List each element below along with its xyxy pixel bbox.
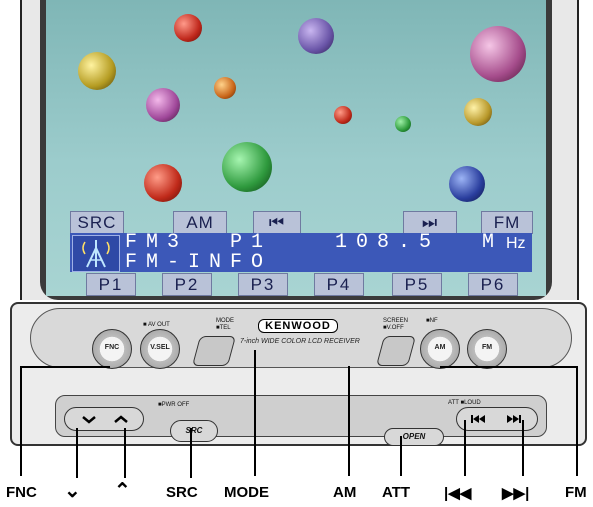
down-callout-label: ⌄: [64, 480, 81, 502]
callout-line: [124, 428, 126, 478]
frequency-display: FM3 P1 108.5 M: [125, 231, 504, 254]
decorative-ball: [222, 142, 272, 192]
next-callout-label: ▶▶|: [502, 485, 530, 502]
preset-p5[interactable]: P5: [392, 273, 442, 296]
preset-p3[interactable]: P3: [238, 273, 288, 296]
att-callout-label: ATT: [382, 484, 411, 501]
src-button[interactable]: SRC: [170, 420, 218, 442]
decorative-ball: [174, 14, 202, 42]
decorative-ball: [395, 116, 411, 132]
next-track-icon: ⏭: [421, 213, 439, 232]
preset-p1[interactable]: P1: [86, 273, 136, 296]
station-info: FM-INFO: [125, 251, 273, 274]
prev-track-icon: [471, 415, 485, 423]
decorative-ball: [146, 88, 180, 122]
decorative-ball: [449, 166, 485, 202]
fnc-button[interactable]: FNC: [92, 329, 132, 369]
antenna-icon: [72, 235, 120, 272]
prev-track-icon: ⏮: [268, 213, 286, 232]
am-button[interactable]: AM: [420, 329, 460, 369]
brand-logo: KENWOOD: [258, 319, 338, 333]
fm-callout-label: FM: [565, 484, 587, 501]
mode-callout-label: MODE: [224, 484, 269, 501]
pwr-off-label: ■PWR OFF: [158, 402, 190, 408]
callout-line: [348, 366, 350, 476]
fnc-callout-label: FNC: [6, 484, 37, 501]
callout-line: [20, 366, 110, 368]
frequency-unit: Hz: [506, 235, 526, 252]
open-button[interactable]: OPEN: [384, 428, 444, 446]
callout-line: [400, 436, 402, 476]
decorative-ball: [464, 98, 492, 126]
up-callout-label: ⌃: [114, 480, 131, 502]
att-loud-label: ATT ■LOUD: [448, 400, 481, 406]
track-rocker[interactable]: [456, 407, 538, 431]
preset-p4[interactable]: P4: [314, 273, 364, 296]
decorative-ball: [78, 52, 116, 90]
src-softkey[interactable]: SRC: [70, 211, 124, 234]
up-icon: [114, 415, 128, 423]
fm-button[interactable]: FM: [467, 329, 507, 369]
av-out-label: ■ AV OUT: [143, 322, 170, 328]
callout-line: [190, 428, 192, 478]
am-callout-label: AM: [333, 484, 357, 501]
next-track-icon: [507, 415, 521, 423]
src-callout-label: SRC: [166, 484, 198, 501]
callout-line: [440, 366, 576, 368]
decorative-ball: [214, 77, 236, 99]
decorative-ball: [470, 26, 526, 82]
prev-callout-label: |◀◀: [444, 485, 472, 502]
preset-p6[interactable]: P6: [468, 273, 518, 296]
model-tagline: 7-inch WIDE COLOR LCD RECEIVER: [240, 338, 360, 345]
decorative-ball: [144, 164, 182, 202]
mode-label: MODE: [216, 318, 234, 324]
nf-label: ■NF: [426, 318, 438, 324]
callout-line: [76, 428, 78, 478]
callout-line: [522, 420, 524, 476]
down-icon: [82, 416, 96, 424]
v-off-label: ■V.OFF: [383, 325, 404, 331]
screen-label: SCREEN: [383, 318, 409, 324]
vsel-button[interactable]: V.SEL: [140, 329, 180, 369]
callout-line: [576, 366, 578, 476]
decorative-ball: [334, 106, 352, 124]
tel-label: ■TEL: [216, 325, 231, 331]
callout-line: [20, 366, 22, 476]
callout-line: [254, 350, 256, 476]
callout-line: [464, 420, 466, 476]
preset-p2[interactable]: P2: [162, 273, 212, 296]
decorative-ball: [298, 18, 334, 54]
